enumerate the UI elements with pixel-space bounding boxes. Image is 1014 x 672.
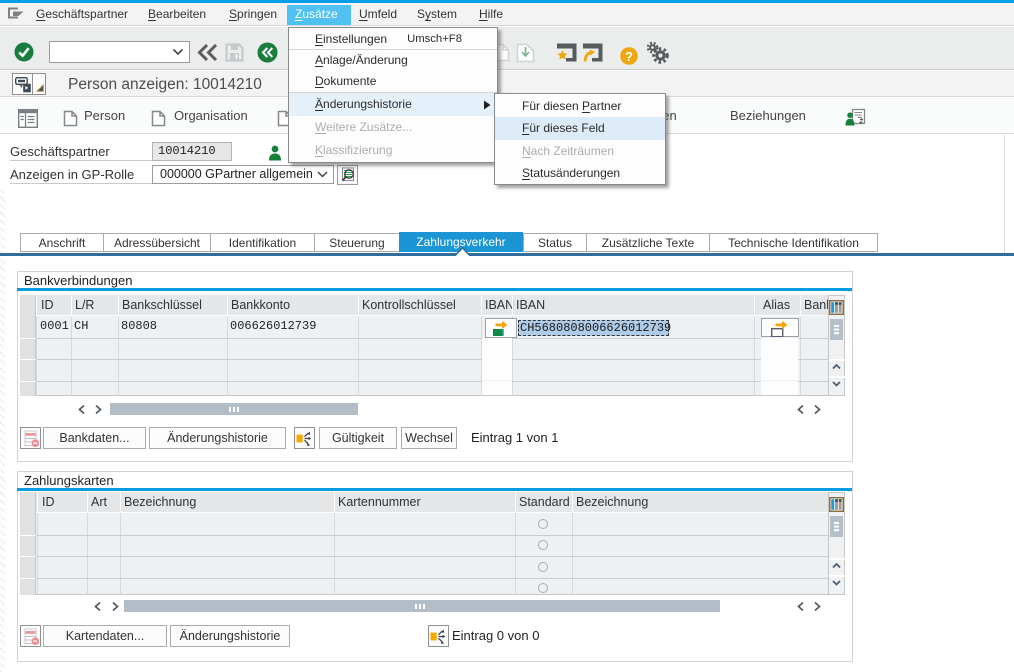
svg-text:?: ? xyxy=(625,49,633,64)
